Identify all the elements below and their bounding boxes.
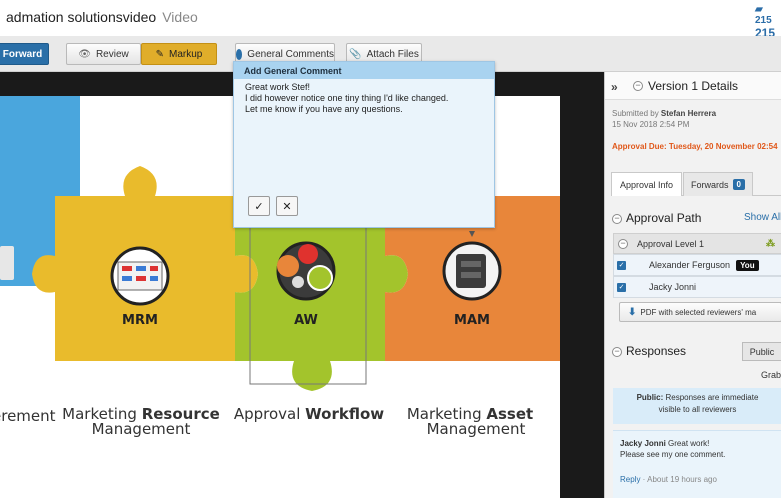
check-icon: ✓	[254, 200, 264, 213]
caption-blue: erement	[0, 407, 56, 425]
pencil-icon: ✎	[155, 48, 165, 60]
note-line2: visible to all reviewers	[658, 405, 737, 414]
tab-approval-label: Approval Info	[619, 179, 674, 190]
reviewer-row[interactable]: ✓ Alexander Ferguson You	[613, 254, 781, 276]
paperclip-icon: 📎	[349, 48, 362, 60]
chat-icon	[236, 48, 243, 60]
comment-line: I did however notice one tiny thing I'd …	[245, 93, 449, 103]
approval-due: Approval Due: Tuesday, 20 November 02:54	[612, 142, 778, 151]
download-arrow-icon: ⬇	[628, 306, 637, 318]
app-header: admation solutionsvideo Video ▰ 215 215	[0, 0, 781, 40]
panel-header: » − Version 1 Details	[605, 72, 781, 100]
general-comment-popup: Add General Comment Great work Stef! I d…	[233, 61, 495, 228]
comment-line: Great work Stef!	[245, 82, 311, 92]
reply-link[interactable]: Reply	[620, 475, 640, 484]
cancel-comment-button[interactable]: ✕	[276, 196, 298, 216]
confirm-comment-button[interactable]: ✓	[248, 196, 270, 216]
reviewer-checkbox[interactable]: ✓	[617, 282, 626, 292]
comment-meta: Reply · About 19 hours ago	[620, 475, 717, 484]
aw-code: AW	[294, 313, 318, 328]
markup-button[interactable]: ✎ Markup	[141, 43, 217, 65]
public-label: Public	[749, 346, 775, 357]
comment-line1: Great work!	[665, 439, 710, 448]
comment-author: Jacky Jonni	[620, 439, 666, 448]
comment-time: · About 19 hours ago	[640, 475, 717, 484]
mam-code: MAM	[454, 313, 490, 328]
app-title: admation solutionsvideo Video	[6, 9, 198, 25]
public-toggle-button[interactable]: Public	[742, 342, 781, 361]
submitted-info: Submitted by Stefan Herrera 15 Nov 2018 …	[612, 108, 716, 130]
collapse-panel-icon[interactable]: »	[611, 80, 618, 94]
version-details-panel: » − Version 1 Details Submitted by Stefa…	[604, 72, 781, 498]
caption-mam-line2: Management	[427, 420, 526, 438]
submitted-by: Stefan Herrera	[660, 109, 717, 118]
tab-approval-info[interactable]: Approval Info	[611, 172, 682, 196]
forwards-count-badge: 0	[732, 179, 745, 190]
minus-circle-icon[interactable]: −	[633, 81, 643, 91]
note-line1: Responses are immediate	[663, 393, 759, 402]
version-title: Version 1 Details	[648, 79, 739, 93]
caption-aw: Approval Workflow	[234, 405, 384, 423]
response-comment: Jacky Jonni Great work! Please see my on…	[613, 430, 781, 498]
submitted-prefix: Submitted by	[612, 109, 661, 118]
reviewer-row[interactable]: ✓ Jacky Jonni	[613, 276, 781, 298]
approval-level-row[interactable]: − Approval Level 1 ⁂	[613, 233, 781, 254]
header-code: ▰ 215 215	[755, 4, 781, 40]
responses-title: Responses	[626, 344, 687, 358]
forward-button[interactable]: Forward	[0, 43, 49, 65]
comment-line2: Please see my one comment.	[620, 450, 726, 459]
review-label: Review	[95, 48, 129, 60]
code-line1: 215	[755, 15, 772, 26]
submitted-date: 15 Nov 2018 2:54 PM	[612, 120, 690, 129]
grab-link[interactable]: Grab	[761, 370, 781, 380]
review-button[interactable]: 👁 Review	[66, 43, 141, 65]
mrm-code: MRM	[122, 313, 158, 328]
caption-mrm-line2: Management	[92, 420, 191, 438]
close-icon: ✕	[282, 200, 292, 213]
attach-files-label: Attach Files	[366, 48, 419, 60]
reviewer-name: Alexander Ferguson	[649, 260, 731, 270]
collapse-approval-path-icon[interactable]: −	[612, 214, 622, 224]
response-text: Jacky Jonni Great work! Please see my on…	[620, 438, 725, 460]
markup-label: Markup	[169, 48, 203, 60]
you-badge: You	[736, 259, 759, 271]
pdf-download-button[interactable]: ⬇ PDF with selected reviewers' ma	[619, 302, 781, 322]
forward-label: Forward	[2, 48, 43, 60]
reviewer-name: Jacky Jonni	[649, 282, 697, 292]
group-icon: ⁂	[766, 238, 775, 248]
popup-title: Add General Comment	[234, 62, 494, 79]
app-name: admation solutionsvideo	[6, 9, 157, 25]
show-all-link[interactable]: Show All	[744, 212, 781, 223]
approval-level-label: Approval Level 1	[637, 239, 705, 249]
eye-icon: 👁	[78, 48, 91, 60]
comment-textarea[interactable]: Great work Stef! I did however notice on…	[245, 82, 485, 115]
tab-forwards-label: Forwards	[691, 179, 729, 190]
public-note: Public: Responses are immediate visible …	[613, 388, 781, 424]
comment-line: Let me know if you have any questions.	[245, 104, 403, 114]
tab-forwards[interactable]: Forwards 0	[683, 172, 753, 196]
pdf-button-label: PDF with selected reviewers' ma	[640, 307, 757, 317]
collapse-responses-icon[interactable]: −	[612, 347, 622, 357]
general-comments-label: General Comments	[247, 48, 334, 60]
app-subtitle: Video	[162, 9, 198, 25]
details-tabs: Approval Info Forwards 0	[611, 172, 781, 196]
folder-code: ▰ 215	[755, 4, 772, 26]
approval-path-title: Approval Path	[626, 211, 702, 225]
note-bold: Public:	[636, 393, 664, 402]
reviewer-checkbox[interactable]: ✓	[617, 260, 626, 270]
collapse-level-icon[interactable]: −	[618, 239, 628, 249]
